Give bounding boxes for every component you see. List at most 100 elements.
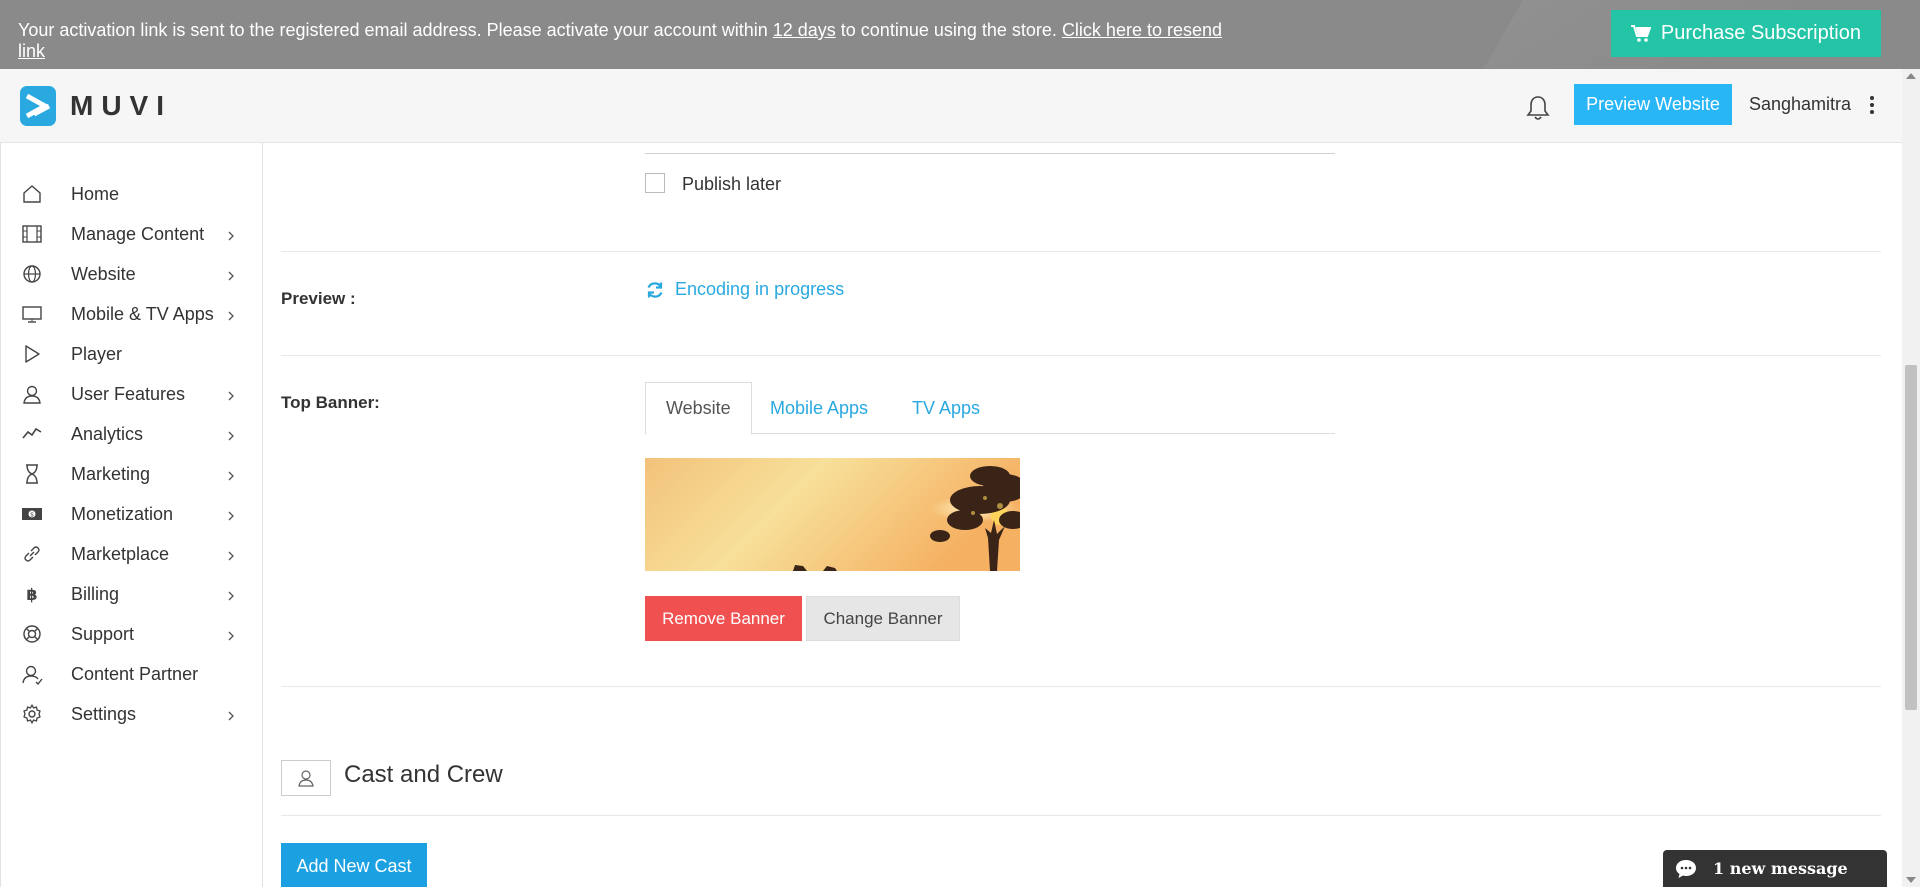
chevron-right-icon bbox=[228, 591, 234, 601]
sidebar-item-marketplace[interactable]: Marketplace bbox=[1, 534, 263, 574]
sidebar-item-home[interactable]: Home bbox=[1, 174, 263, 214]
divider bbox=[281, 815, 1881, 816]
sidebar-item-mobile-tv-apps[interactable]: Mobile & TV Apps bbox=[1, 294, 263, 334]
chevron-right-icon bbox=[228, 231, 234, 241]
activation-text-before: Your activation link is sent to the regi… bbox=[18, 20, 773, 40]
sidebar-item-label: Settings bbox=[71, 703, 137, 724]
publish-later-checkbox[interactable] bbox=[645, 173, 665, 193]
money-icon: $ bbox=[21, 503, 43, 525]
monitor-icon bbox=[21, 303, 43, 325]
cast-icon-box bbox=[281, 760, 331, 796]
analytics-icon bbox=[21, 423, 43, 445]
svg-text:$: $ bbox=[30, 512, 34, 519]
chevron-right-icon bbox=[228, 471, 234, 481]
sidebar-item-label: Support bbox=[71, 623, 135, 644]
tab-tv-apps[interactable]: TV Apps bbox=[892, 382, 1000, 434]
days-link[interactable]: 12 days bbox=[773, 20, 836, 40]
sidebar-item-analytics[interactable]: Analytics bbox=[1, 414, 263, 454]
chevron-right-icon bbox=[228, 431, 234, 441]
sidebar-item-billing[interactable]: ฿ Billing bbox=[1, 574, 263, 614]
film-icon bbox=[21, 223, 43, 245]
add-new-cast-button[interactable]: Add New Cast bbox=[281, 843, 427, 887]
tab-label: Website bbox=[666, 398, 731, 418]
sidebar-item-marketing[interactable]: Marketing bbox=[1, 454, 263, 494]
chevron-right-icon bbox=[228, 311, 234, 321]
sidebar-item-settings[interactable]: Settings bbox=[1, 694, 263, 734]
user-icon bbox=[21, 383, 43, 405]
scroll-down-arrow[interactable] bbox=[1906, 877, 1916, 883]
bitcoin-icon: ฿ bbox=[21, 583, 43, 605]
tab-label: Mobile Apps bbox=[770, 397, 869, 418]
scroll-up-arrow[interactable] bbox=[1906, 73, 1916, 79]
sidebar: Home Manage Content Website Mobile & TV … bbox=[0, 143, 263, 887]
activation-banner: Your activation link is sent to the regi… bbox=[0, 0, 1920, 69]
sidebar-item-support[interactable]: Support bbox=[1, 614, 263, 654]
scroll-thumb[interactable] bbox=[1905, 365, 1917, 710]
partner-icon bbox=[21, 663, 43, 686]
sidebar-item-label: Marketing bbox=[71, 463, 151, 484]
preview-website-button[interactable]: Preview Website bbox=[1574, 84, 1732, 125]
sidebar-item-player[interactable]: Player bbox=[1, 334, 263, 374]
purchase-subscription-label: Purchase Subscription bbox=[1660, 22, 1861, 44]
chevron-right-icon bbox=[228, 271, 234, 281]
sidebar-item-user-features[interactable]: User Features bbox=[1, 374, 263, 414]
activation-message: Your activation link is sent to the regi… bbox=[18, 20, 1233, 62]
top-header: MUVI Preview Website Sanghamitra bbox=[0, 69, 1902, 143]
bell-icon[interactable] bbox=[1526, 95, 1550, 121]
muvi-logo-icon bbox=[20, 86, 56, 126]
remove-banner-button[interactable]: Remove Banner bbox=[645, 596, 802, 641]
field-underline bbox=[645, 153, 1335, 154]
user-name[interactable]: Sanghamitra bbox=[1749, 94, 1851, 115]
tab-label: TV Apps bbox=[912, 397, 981, 418]
hourglass-icon bbox=[21, 463, 43, 485]
refresh-icon bbox=[647, 281, 663, 298]
play-icon bbox=[21, 343, 43, 365]
sidebar-item-label: User Features bbox=[71, 383, 186, 404]
link-icon bbox=[21, 543, 43, 565]
sidebar-item-label: Player bbox=[71, 343, 123, 364]
tab-mobile-apps[interactable]: Mobile Apps bbox=[750, 382, 888, 434]
sidebar-item-website[interactable]: Website bbox=[1, 254, 263, 294]
chat-message-label: 1 new message bbox=[1713, 859, 1848, 878]
chevron-right-icon bbox=[228, 711, 234, 721]
globe-icon bbox=[21, 263, 43, 285]
page-scrollbar[interactable] bbox=[1902, 69, 1920, 887]
chevron-right-icon bbox=[228, 551, 234, 561]
chevron-right-icon bbox=[228, 391, 234, 401]
cart-icon bbox=[1630, 24, 1651, 42]
chat-widget[interactable]: 1 new message bbox=[1663, 850, 1887, 887]
publish-later-label: Publish later bbox=[682, 174, 782, 194]
tab-website[interactable]: Website bbox=[645, 382, 752, 435]
sidebar-item-content-partner[interactable]: Content Partner bbox=[1, 654, 263, 694]
muvi-logo[interactable]: MUVI bbox=[20, 86, 172, 126]
sidebar-item-label: Mobile & TV Apps bbox=[71, 303, 214, 324]
gear-icon bbox=[21, 703, 43, 725]
divider bbox=[281, 355, 1881, 356]
banner-image bbox=[645, 458, 1020, 571]
banner-tabs: Website Mobile Apps TV Apps bbox=[645, 382, 1335, 435]
sidebar-item-label: Content Partner bbox=[71, 663, 199, 684]
more-vertical-icon[interactable] bbox=[1866, 93, 1878, 117]
sidebar-item-label: Website bbox=[71, 263, 136, 284]
sidebar-item-label: Monetization bbox=[71, 503, 174, 524]
svg-text:฿: ฿ bbox=[26, 585, 37, 604]
divider bbox=[281, 251, 1881, 252]
chevron-right-icon bbox=[228, 511, 234, 521]
sidebar-item-label: Marketplace bbox=[71, 543, 170, 564]
purchase-subscription-button[interactable]: Purchase Subscription bbox=[1610, 10, 1881, 57]
sidebar-item-label: Manage Content bbox=[71, 223, 205, 244]
sidebar-item-manage-content[interactable]: Manage Content bbox=[1, 214, 263, 254]
sidebar-item-monetization[interactable]: $ Monetization bbox=[1, 494, 263, 534]
sidebar-item-label: Billing bbox=[71, 583, 120, 604]
chat-bubble-icon bbox=[1676, 859, 1696, 878]
change-banner-button[interactable]: Change Banner bbox=[806, 596, 960, 641]
lifebuoy-icon bbox=[21, 623, 43, 645]
top-banner-label: Top Banner: bbox=[281, 393, 380, 412]
encoding-status-text: Encoding in progress bbox=[675, 279, 845, 299]
home-icon bbox=[21, 183, 43, 205]
logo-text: MUVI bbox=[70, 90, 172, 121]
user-icon bbox=[298, 770, 314, 787]
divider bbox=[281, 686, 1881, 687]
chevron-right-icon bbox=[228, 631, 234, 641]
main-content: Publish later Preview : Encoding in prog… bbox=[264, 143, 1902, 887]
